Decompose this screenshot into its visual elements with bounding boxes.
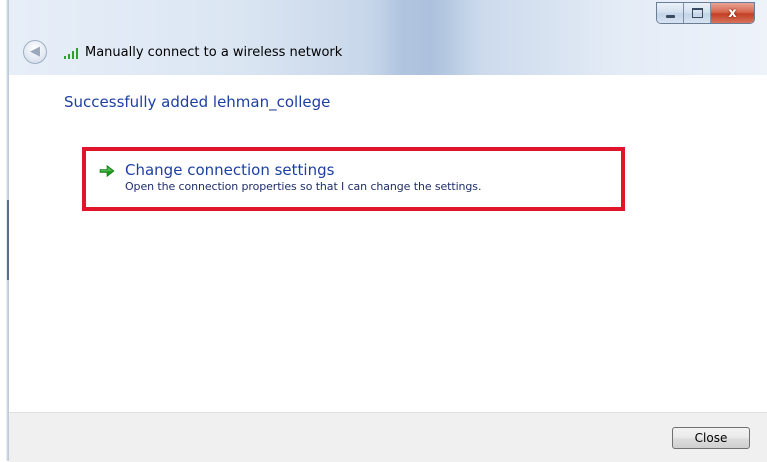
option-text: Change connection settings Open the conn… (125, 161, 481, 195)
navigation-row: ◀ Manually connect to a wireless network (23, 40, 342, 64)
green-arrow-icon (99, 164, 115, 178)
option-title: Change connection settings (125, 161, 335, 179)
option-description: Open the connection properties so that I… (125, 180, 482, 193)
highlight-box: Change connection settings Open the conn… (82, 147, 625, 211)
wireless-signal-icon (64, 47, 78, 59)
minimize-button[interactable] (657, 3, 684, 23)
title-bar: x ◀ Manually connect to a wireless netwo… (9, 0, 767, 75)
close-window-button[interactable]: x (711, 3, 754, 23)
button-bar: Close (9, 412, 767, 462)
minimize-icon (665, 15, 675, 18)
change-connection-settings-link[interactable]: Change connection settings Open the conn… (98, 161, 481, 195)
back-button[interactable]: ◀ (23, 40, 47, 64)
desktop-edge (0, 0, 9, 461)
window-title: Manually connect to a wireless network (85, 44, 343, 60)
window-controls: x (656, 2, 755, 24)
content-area: Successfully added lehman_college Change… (9, 75, 767, 412)
close-button[interactable]: Close (672, 427, 750, 449)
back-arrow-icon: ◀ (30, 44, 40, 59)
close-icon: x (728, 5, 737, 21)
success-heading: Successfully added lehman_college (64, 93, 331, 111)
maximize-icon (691, 8, 703, 18)
maximize-button[interactable] (684, 3, 711, 23)
wizard-window: x ◀ Manually connect to a wireless netwo… (9, 0, 767, 462)
